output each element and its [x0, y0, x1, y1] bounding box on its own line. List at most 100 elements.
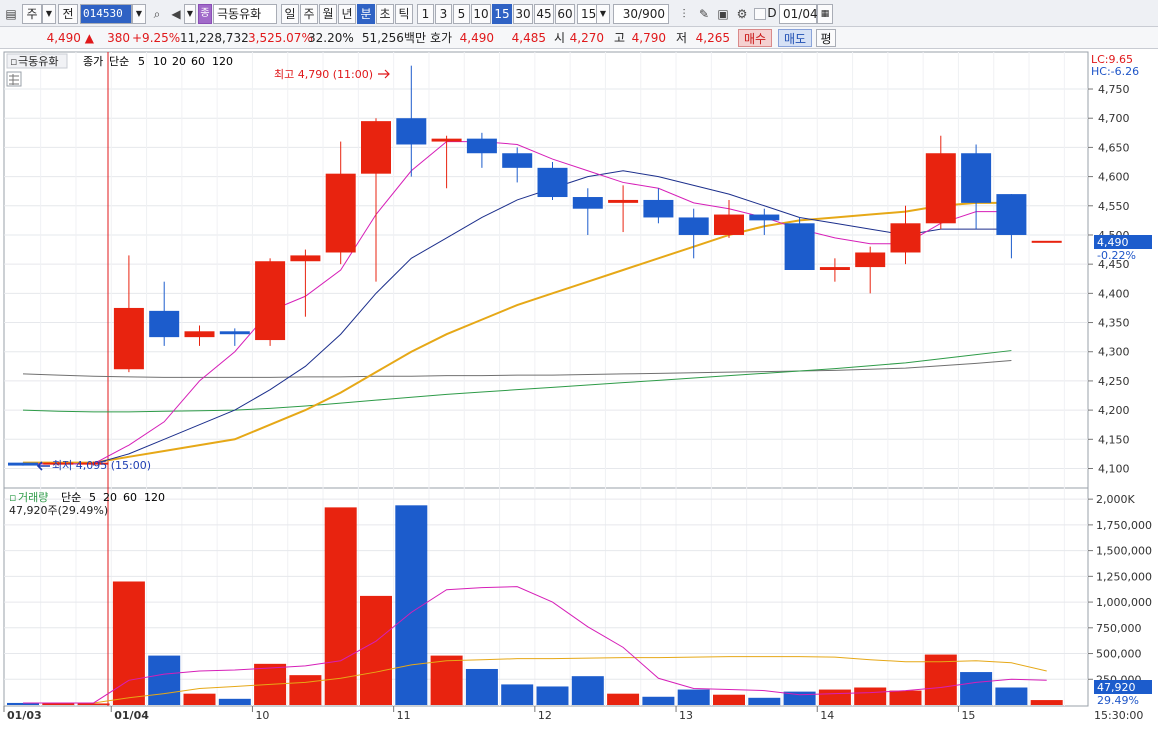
volume-tick-label: 1,500,000 [1096, 545, 1152, 558]
date-tick-label: 01/03 [7, 709, 42, 722]
candle-body [184, 331, 215, 338]
stock-type-badge: 종 [198, 4, 212, 24]
candle-body [819, 267, 850, 270]
high-marker-label: 최고 4,790 (11:00) [274, 68, 373, 81]
period-second[interactable]: 초 [376, 4, 394, 24]
volume-bar [713, 694, 745, 705]
vlegend-ma5: 5 [89, 491, 96, 504]
stock-name-field[interactable]: 극동유화 [213, 4, 277, 24]
hc-value: HC:-6.26 [1091, 65, 1139, 78]
candle-body [8, 462, 38, 466]
candle-type-icon[interactable]: ⫶ [675, 5, 693, 23]
legend-ma60: 60 [191, 55, 205, 68]
price-tick-label: 4,300 [1098, 346, 1130, 359]
volume-bar [995, 687, 1028, 705]
bar-count-input[interactable]: 30/900 [613, 4, 669, 24]
flat-button[interactable]: 평 [816, 29, 836, 47]
date-tick-label: 12 [538, 709, 552, 722]
interval-60[interactable]: 60 [555, 4, 575, 24]
save-icon[interactable]: ▣ [714, 5, 732, 23]
volume-bar [430, 655, 463, 705]
legend-ma20: 20 [172, 55, 186, 68]
interval-input[interactable]: 15 [577, 4, 597, 24]
volume-bar [818, 689, 851, 705]
period-week[interactable]: 주 [300, 4, 318, 24]
interval-5[interactable]: 5 [453, 4, 470, 24]
volume-info: 47,920주(29.49%) [9, 504, 108, 517]
buy-button[interactable]: 매수 [738, 29, 772, 47]
candle-body [466, 138, 497, 154]
candle-body [290, 255, 321, 262]
candle-body [325, 173, 356, 253]
date-tick-label: 13 [679, 709, 693, 722]
last-price-value: 4,490 [1097, 236, 1129, 249]
volume-tick-label: 2,000K [1096, 493, 1135, 506]
stock-chart[interactable]: 4,1004,1504,2004,2504,3004,3504,4004,450… [0, 50, 1158, 729]
interval-dropdown-icon[interactable]: ▼ [596, 4, 610, 24]
volume-bar [889, 690, 922, 705]
speaker-dropdown-icon[interactable]: ▼ [184, 4, 196, 24]
speaker-icon[interactable]: ◀ [167, 5, 185, 23]
interval-3[interactable]: 3 [435, 4, 452, 24]
bid-ask-label: 호가 [430, 31, 453, 45]
legend-ma5: 5 [138, 55, 145, 68]
period-day[interactable]: 일 [281, 4, 299, 24]
candle-body [925, 153, 956, 224]
price-tick-label: 4,700 [1098, 112, 1130, 125]
period-tick[interactable]: 틱 [395, 4, 413, 24]
interval-15[interactable]: 15 [492, 4, 512, 24]
interval-45[interactable]: 45 [534, 4, 554, 24]
search-icon[interactable]: ⌕ [148, 5, 166, 23]
volume-bar [183, 693, 216, 705]
code-dropdown-icon[interactable]: ▼ [132, 4, 146, 24]
interval-1[interactable]: 1 [417, 4, 434, 24]
interval-10[interactable]: 10 [471, 4, 491, 24]
chart-menu-icon[interactable]: ▤ [2, 5, 20, 23]
market-select[interactable]: 주 [22, 4, 42, 24]
draw-tool-icon[interactable]: ✎ [695, 5, 713, 23]
last-volume-value: 47,920 [1097, 681, 1136, 694]
interval-30[interactable]: 30 [513, 4, 533, 24]
candle-body [361, 121, 391, 174]
candle-body [572, 197, 603, 209]
price-tick-label: 4,150 [1098, 433, 1130, 446]
period-minute[interactable]: 분 [357, 4, 375, 24]
date-input[interactable]: 01/04 [779, 4, 818, 24]
candle-body [149, 310, 180, 338]
high-label: 고 [614, 31, 626, 45]
legend-ma120: 120 [212, 55, 233, 68]
candle-body [749, 214, 780, 221]
candle-body [502, 153, 533, 168]
volume-bar [77, 703, 110, 705]
legend-simple: 단순 [109, 55, 129, 68]
last-price-change: -0.22% [1097, 249, 1136, 262]
price-tick-label: 4,750 [1098, 83, 1130, 96]
price-tick-label: 4,550 [1098, 200, 1130, 213]
turnover-rate: 32.20% [308, 31, 354, 45]
period-year[interactable]: 년 [338, 4, 356, 24]
price-tick-label: 4,400 [1098, 287, 1130, 300]
current-price: 4,490 ▲ [6, 29, 94, 47]
vlegend-ma120: 120 [144, 491, 165, 504]
volume-bar [218, 698, 251, 705]
volume-bar [748, 697, 781, 705]
volume-tick-label: 1,250,000 [1096, 570, 1152, 583]
scope-button[interactable]: 전 [58, 4, 78, 24]
price-tick-label: 4,250 [1098, 375, 1130, 388]
candle-body [714, 214, 744, 235]
market-dropdown-icon[interactable]: ▼ [42, 4, 56, 24]
gear-icon[interactable]: ⚙ [733, 5, 751, 23]
price-title-icon: ▫ [10, 55, 17, 68]
volume-bar [501, 684, 534, 705]
low-price: 4,265 [695, 31, 730, 45]
legend-ma10: 10 [153, 55, 167, 68]
sell-button[interactable]: 매도 [778, 29, 812, 47]
stock-code-input[interactable]: 014530 [80, 4, 132, 24]
chart-toolbar: ▤ 주 ▼ 전 014530 ▼ ⌕ ◀ ▼ 종 극동유화 일 주 월 년 분 … [0, 0, 1158, 27]
period-month[interactable]: 월 [319, 4, 337, 24]
date-checkbox[interactable] [754, 8, 766, 20]
price-tick-label: 4,600 [1098, 171, 1130, 184]
candle-body [890, 223, 921, 253]
candle-body [608, 199, 639, 203]
calendar-icon[interactable]: ▦ [817, 4, 833, 24]
